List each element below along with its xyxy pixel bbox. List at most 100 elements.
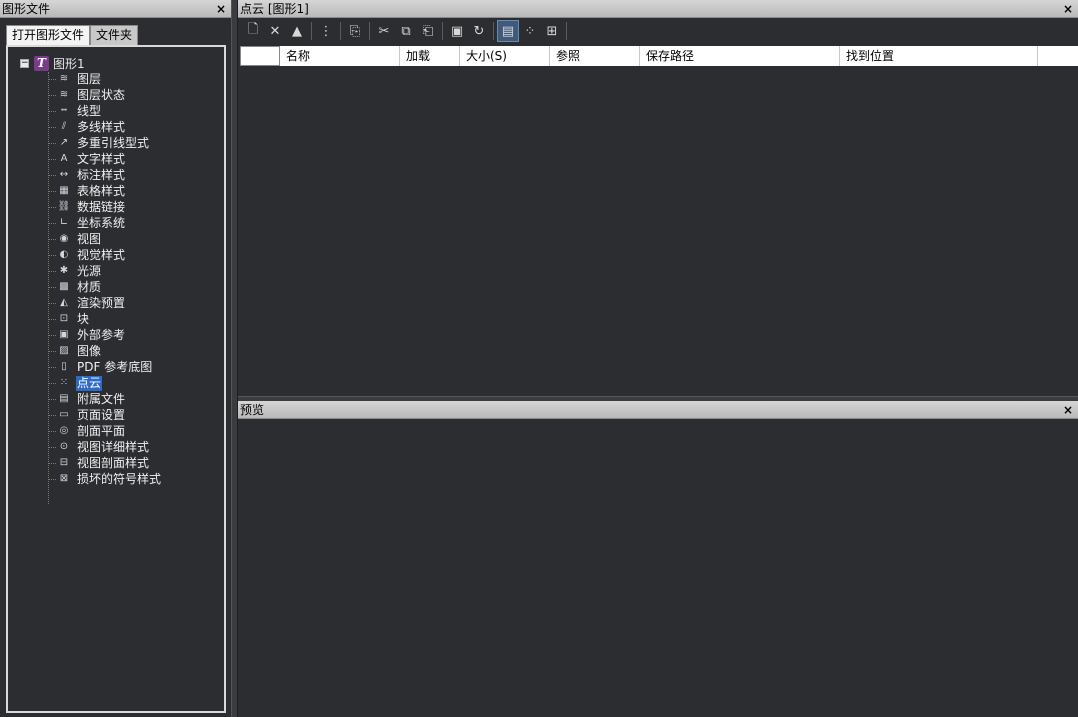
table-style-icon: ▦	[59, 185, 69, 196]
tab-open-drawings[interactable]: 打开图形文件	[6, 25, 91, 46]
point-cloud-close-icon[interactable]: ×	[1062, 0, 1074, 18]
refresh-icon[interactable]: ↻	[468, 20, 490, 42]
tree-item-label: 标注样式	[77, 167, 126, 182]
point-cloud-title-bar: 点云 [图形1] ×	[238, 0, 1078, 18]
tree-item[interactable]: ⊟ 视图剖面样式	[48, 455, 162, 471]
tree-item[interactable]: ⛓ 数据链接	[48, 199, 162, 215]
preview-panel-title: 预览	[240, 403, 265, 417]
tree-item-label: 数据链接	[77, 199, 126, 214]
toolbar-separator	[442, 22, 443, 40]
left-panel-close-icon[interactable]: ×	[215, 0, 227, 18]
tree-view-icon[interactable]: ⊞	[541, 20, 563, 42]
view-icon: ◉	[59, 233, 69, 244]
tree-item[interactable]: ⊠ 损坏的符号样式	[48, 471, 162, 487]
toolbar-separator	[311, 22, 312, 40]
page-setup-icon: ▭	[59, 409, 69, 420]
block-icon: ⊡	[59, 313, 69, 324]
tree-item-label: 视图剖面样式	[77, 455, 150, 470]
tree-item-label: 表格样式	[77, 183, 126, 198]
tree-item-label: 视图	[77, 231, 102, 246]
delete-icon[interactable]: ✕	[264, 20, 286, 42]
tree-item[interactable]: ◐ 视觉样式	[48, 247, 162, 263]
purge-icon[interactable]: ▲	[286, 20, 308, 42]
multiline-style-icon: ⫽	[61, 121, 67, 132]
tree-item[interactable]: ▨ 图像	[48, 343, 162, 359]
tree-item[interactable]: ┅ 线型	[48, 103, 162, 119]
tree-item[interactable]: ▩ 材质	[48, 279, 162, 295]
pdf-underlay-icon: ▯	[61, 361, 67, 372]
column-header[interactable]: 参照	[550, 46, 640, 66]
tree-item-label: 光源	[77, 263, 102, 278]
column-header[interactable]: 保存路径	[640, 46, 840, 66]
collapse-icon[interactable]: −	[20, 58, 29, 68]
tree-item[interactable]: ◭ 渲染预置	[48, 295, 162, 311]
tree-item-label: 材质	[77, 279, 102, 294]
detail-view-style-icon: ⊙	[59, 441, 69, 452]
tree-item[interactable]: ≋ 图层	[48, 71, 162, 87]
copy-icon[interactable]: ⧉	[395, 20, 417, 42]
tree-item-label: 文字样式	[77, 151, 126, 166]
tree-item[interactable]: ≋ 图层状态	[48, 87, 162, 103]
tree-root-label: 图形1	[53, 56, 85, 71]
tree-item[interactable]: ⫽ 多线样式	[48, 119, 162, 135]
tree-item-label: 外部参考	[77, 327, 126, 342]
attached-file-icon: ▤	[59, 393, 69, 404]
tree-item[interactable]: ∟ 坐标系统	[48, 215, 162, 231]
preview-panel	[238, 419, 1078, 717]
column-header[interactable]: 大小(S)	[460, 46, 550, 66]
cut-icon[interactable]: ✂	[373, 20, 395, 42]
point-cloud-icon: ⁙	[59, 377, 69, 388]
tree-item[interactable]: ⊙ 视图详细样式	[48, 439, 162, 455]
column-header[interactable]	[240, 46, 280, 66]
ucs-icon: ∟	[59, 217, 69, 228]
select-icon[interactable]: ⋮	[315, 20, 337, 42]
material-icon: ▩	[59, 281, 69, 292]
tree-item[interactable]: ⁙ 点云	[48, 375, 162, 391]
tree-root-drawing1[interactable]: − T 图形1	[20, 55, 85, 71]
icon-view-icon[interactable]: ⁘	[519, 20, 541, 42]
tree-item-label: 块	[77, 311, 90, 326]
list-view-icon[interactable]: ▤	[497, 20, 519, 42]
vertical-splitter[interactable]	[231, 0, 238, 717]
layer-state-icon: ≋	[59, 89, 69, 100]
column-header[interactable]: 加载	[400, 46, 460, 66]
left-panel-title: 图形文件	[2, 2, 51, 16]
tree-item[interactable]: ▤ 附属文件	[48, 391, 162, 407]
tree-item[interactable]: ↗ 多重引线型式	[48, 135, 162, 151]
column-header[interactable]: 名称	[280, 46, 400, 66]
dimension-style-icon: ↔	[59, 169, 69, 180]
tree-item[interactable]: ◉ 视图	[48, 231, 162, 247]
tree-item[interactable]: ◎ 剖面平面	[48, 423, 162, 439]
tree-item[interactable]: ▣ 外部参考	[48, 327, 162, 343]
export-icon[interactable]: ▣	[446, 20, 468, 42]
tree-item[interactable]: ▦ 表格样式	[48, 183, 162, 199]
tree-item-label: 剖面平面	[77, 423, 126, 438]
tree-item-label: 视图详细样式	[77, 439, 150, 454]
toolbar-separator	[369, 22, 370, 40]
paste-icon[interactable]: ⎗	[417, 20, 439, 42]
drawing-icon: T	[34, 55, 49, 71]
tree-item[interactable]: ✱ 光源	[48, 263, 162, 279]
tab-folders[interactable]: 文件夹	[90, 25, 139, 45]
tree-item-label: 图层状态	[77, 87, 126, 102]
new-icon[interactable]: 🗋	[242, 20, 264, 42]
tree-item[interactable]: ↔ 标注样式	[48, 167, 162, 183]
tree-item[interactable]: ▭ 页面设置	[48, 407, 162, 423]
tree-item[interactable]: ⊡ 块	[48, 311, 162, 327]
tree-item-label: 图像	[77, 343, 102, 358]
tree-item[interactable]: A 文字样式	[48, 151, 162, 167]
tree-item[interactable]: ▯ PDF 参考底图	[48, 359, 162, 375]
table-header: 名称 加载 大小(S) 参照 保存路径 找到位置	[240, 46, 1078, 66]
tree-item-label: 多线样式	[77, 119, 126, 134]
section-view-style-icon: ⊟	[59, 457, 69, 468]
preview-close-icon[interactable]: ×	[1062, 401, 1074, 419]
panel-tabs: 打开图形文件 文件夹	[6, 25, 139, 46]
tree-item-label: 页面设置	[77, 407, 126, 422]
tree-item-label: 点云	[76, 375, 103, 391]
tree-item-label: 多重引线型式	[77, 135, 150, 150]
find-icon[interactable]: ⎘	[344, 20, 366, 42]
column-header[interactable]: 找到位置	[840, 46, 1038, 66]
tree-item-label: 图层	[77, 71, 102, 86]
text-style-icon: A	[60, 153, 68, 164]
tree-item-label: 附属文件	[77, 391, 126, 406]
